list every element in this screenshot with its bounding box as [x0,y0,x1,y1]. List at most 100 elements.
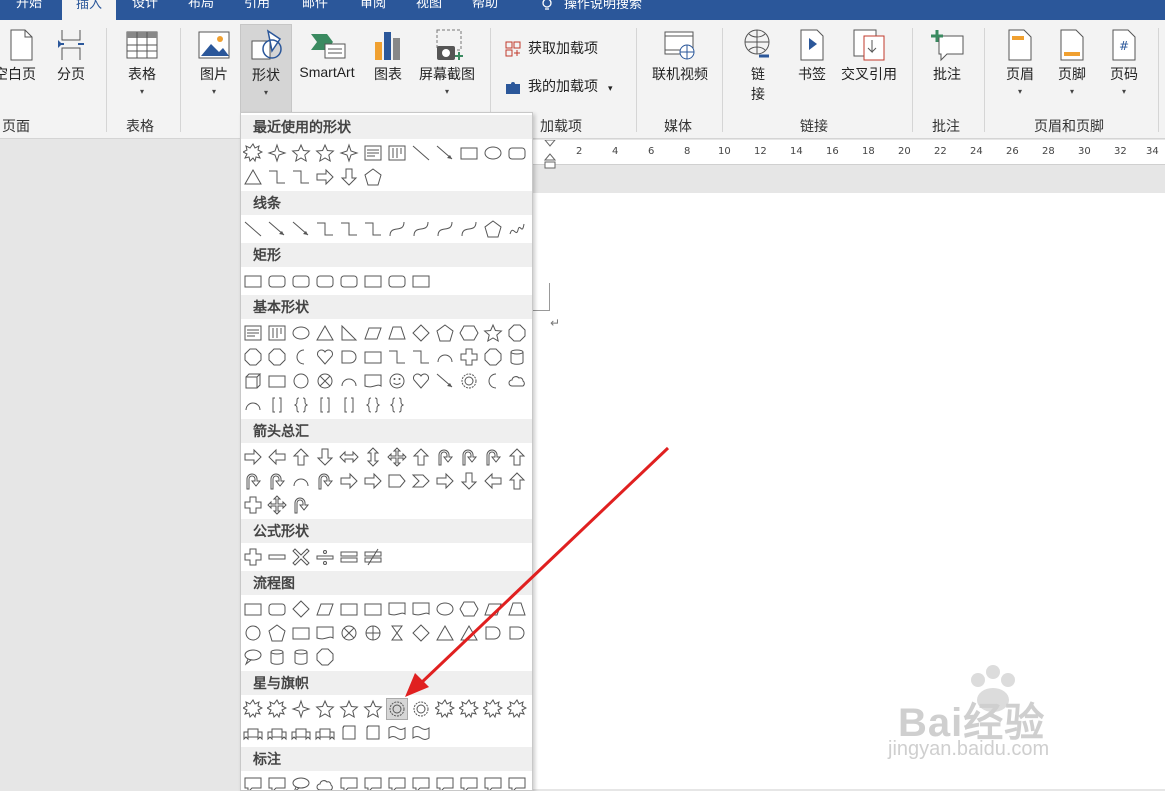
shape-trap-icon[interactable] [387,323,407,343]
shape-arc-icon[interactable] [291,471,311,491]
shape-oct-icon[interactable] [243,347,263,367]
shape-uturn-icon[interactable] [267,471,287,491]
shape-line-icon[interactable] [411,143,431,163]
shape-arrowU-icon[interactable] [291,447,311,467]
shape-oval-icon[interactable] [483,143,503,163]
shape-doc-icon[interactable] [387,599,407,619]
shape-arrowline-icon[interactable] [291,219,311,239]
shape-cyl-icon[interactable] [267,647,287,667]
shape-rrect-icon[interactable] [507,143,527,163]
shape-delay-icon[interactable] [339,347,359,367]
shape-oval-icon[interactable] [435,599,455,619]
shape-arrowline-icon[interactable] [267,219,287,239]
shape-ribbon-icon[interactable] [243,723,263,743]
shape-star5-icon[interactable] [483,323,503,343]
smartart-button[interactable]: SmartArt [292,28,362,80]
shape-tri-icon[interactable] [315,323,335,343]
tab-view[interactable]: 视图 [416,0,442,20]
shape-star5-icon[interactable] [339,699,359,719]
indent-marker-icon[interactable] [544,140,556,170]
shape-ribbon-icon[interactable] [315,723,335,743]
shape-rtri-icon[interactable] [339,323,359,343]
shape-brace-icon[interactable] [387,395,407,415]
page-break-button[interactable]: 分页 [52,28,90,84]
footer-button[interactable]: 页脚 ▾ [1050,28,1094,96]
shape-hex-icon[interactable] [459,599,479,619]
shape-or-icon[interactable] [363,623,383,643]
shape-rrect-icon[interactable] [387,271,407,291]
shape-pent-icon[interactable] [483,219,503,239]
shape-arrowline-icon[interactable] [435,371,455,391]
shape-oct-icon[interactable] [315,647,335,667]
shape-seal-icon[interactable] [386,698,408,720]
shape-delay-icon[interactable] [483,623,503,643]
blank-page-button[interactable]: 空白页 [0,28,42,84]
shape-line-icon[interactable] [243,219,263,239]
shape-star4-icon[interactable] [339,143,359,163]
shape-oct-icon[interactable] [507,323,527,343]
shape-minus-icon[interactable] [267,547,287,567]
shape-star4-icon[interactable] [267,143,287,163]
shape-arrowL-icon[interactable] [267,447,287,467]
shape-para-icon[interactable] [315,599,335,619]
shape-rect-icon[interactable] [459,143,479,163]
shape-elbow-icon[interactable] [411,347,431,367]
shape-textbox-icon[interactable] [243,323,263,343]
shape-rect-icon[interactable] [243,271,263,291]
shape-scrib-icon[interactable] [507,219,527,239]
shape-heart-icon[interactable] [315,347,335,367]
shapes-button[interactable]: 形状 ▾ [240,24,292,116]
shape-arrowR-icon[interactable] [435,471,455,491]
shape-cloud-icon[interactable] [507,371,527,391]
shape-hourglass-icon[interactable] [387,623,407,643]
shape-arrowUD-icon[interactable] [363,447,383,467]
tab-help[interactable]: 帮助 [472,0,498,20]
shape-smiley-icon[interactable] [387,371,407,391]
shape-quad-icon[interactable] [387,447,407,467]
shape-moon-icon[interactable] [291,347,311,367]
shape-plus-icon[interactable] [459,347,479,367]
shape-star4-icon[interactable] [291,699,311,719]
shape-scroll-icon[interactable] [363,723,383,743]
shape-arrowU-icon[interactable] [507,471,527,491]
shape-pent-icon[interactable] [435,323,455,343]
page-number-button[interactable]: # 页码 ▾ [1102,28,1146,96]
shape-uturn-icon[interactable] [243,471,263,491]
shape-doc-icon[interactable] [363,371,383,391]
shape-arc-icon[interactable] [339,371,359,391]
shape-trap-icon[interactable] [507,599,527,619]
shape-uturn-icon[interactable] [435,447,455,467]
tab-layout[interactable]: 布局 [188,0,214,20]
shape-elbow-icon[interactable] [315,219,335,239]
shape-rect-icon[interactable] [291,623,311,643]
shape-rrect-icon[interactable] [267,271,287,291]
shape-arc-icon[interactable] [243,395,263,415]
shape-cyl-icon[interactable] [507,347,527,367]
shape-scroll-icon[interactable] [339,723,359,743]
shape-ribbon-icon[interactable] [291,723,311,743]
shape-pentarrow-icon[interactable] [387,471,407,491]
shape-rrect-icon[interactable] [315,271,335,291]
shape-quad-icon[interactable] [267,495,287,515]
shape-rrect-icon[interactable] [267,599,287,619]
shape-pent-icon[interactable] [267,623,287,643]
shape-burst-icon[interactable] [267,699,287,719]
screenshot-button[interactable]: 屏幕截图 ▾ [414,28,480,96]
shape-arrowL-icon[interactable] [483,471,503,491]
tab-review[interactable]: 审阅 [360,0,386,20]
shape-hex-icon[interactable] [459,323,479,343]
shape-cyl-icon[interactable] [291,647,311,667]
shape-divide-icon[interactable] [315,547,335,567]
shape-burst-icon[interactable] [459,699,479,719]
shape-diamond-icon[interactable] [411,323,431,343]
picture-button[interactable]: 图片 ▾ [192,28,236,96]
tell-me-search[interactable]: 操作说明搜索 [540,0,642,12]
shape-oct-icon[interactable] [483,347,503,367]
shape-rect-icon[interactable] [339,599,359,619]
tab-references[interactable]: 引用 [244,0,270,20]
shape-diamond-icon[interactable] [411,623,431,643]
shape-burst-icon[interactable] [507,699,527,719]
shape-moon-icon[interactable] [483,371,503,391]
shape-oval-icon[interactable] [291,323,311,343]
shape-curve-icon[interactable] [459,219,479,239]
